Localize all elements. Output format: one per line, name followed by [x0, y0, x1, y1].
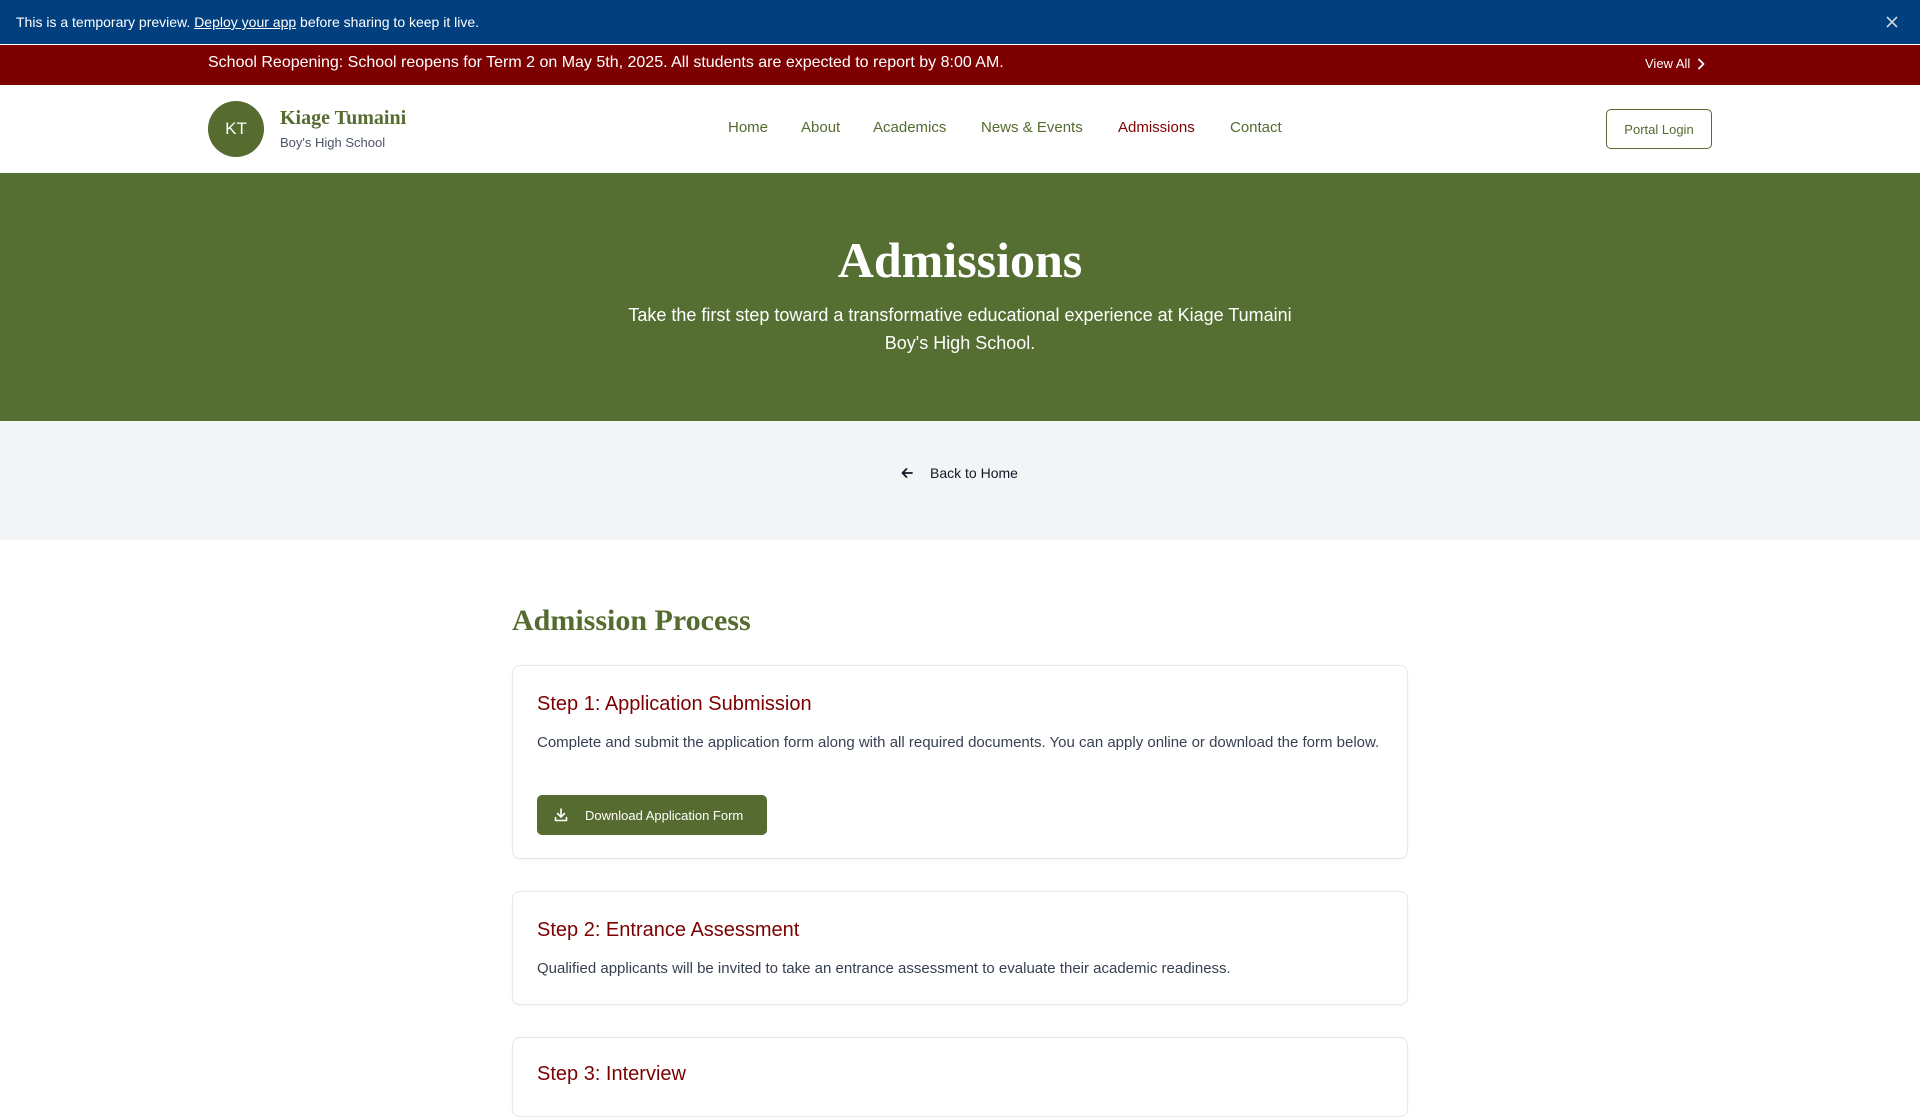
view-all-link[interactable]: View All — [1645, 56, 1706, 71]
step-card: Step 3: Interview — [512, 1037, 1408, 1117]
back-to-home-label: Back to Home — [930, 465, 1018, 481]
back-to-home-link[interactable]: Back to Home — [900, 465, 1018, 481]
hero-subtitle: Take the first step toward a transformat… — [628, 305, 1292, 353]
preview-text-after: before sharing to keep it live. — [300, 14, 480, 30]
nav-academics[interactable]: Academics — [873, 119, 946, 136]
nav-news-events[interactable]: News & Events — [981, 119, 1083, 136]
step-title: Step 2: Entrance Assessment — [537, 919, 800, 941]
step-title: Step 3: Interview — [537, 1063, 686, 1085]
download-application-form-button[interactable]: Download Application Form — [537, 795, 767, 835]
chevron-right-icon — [1698, 58, 1705, 69]
page-title: Admissions — [837, 232, 1083, 288]
download-button-label: Download Application Form — [585, 807, 744, 823]
step-text: Complete and submit the application form… — [537, 734, 1380, 751]
announcement-text: School Reopening: School reopens for Ter… — [208, 54, 1004, 71]
close-icon[interactable] — [1882, 12, 1902, 32]
preview-banner: This is a temporary preview. Deploy your… — [0, 0, 1920, 44]
arrow-left-icon — [901, 468, 913, 478]
back-strip: Back to Home — [0, 421, 1920, 540]
nav-contact[interactable]: Contact — [1230, 119, 1282, 136]
portal-login-button[interactable]: Portal Login — [1606, 109, 1712, 149]
view-all-label: View All — [1645, 56, 1691, 71]
nav-about[interactable]: About — [801, 119, 840, 136]
step-card: Step 2: Entrance Assessment Qualified ap… — [512, 891, 1408, 1005]
deploy-app-link[interactable]: Deploy your app — [194, 14, 296, 30]
step-text: Qualified applicants will be invited to … — [537, 960, 1231, 977]
step-card: Step 1: Application Submission Complete … — [512, 665, 1408, 859]
section-title: Admission Process — [512, 604, 751, 637]
site-header: KT Kiage Tumaini Boy's High School Home … — [0, 85, 1920, 174]
announcement-bar: School Reopening: School reopens for Ter… — [0, 45, 1920, 85]
hero-banner: Admissions Take the first step toward a … — [0, 173, 1920, 421]
preview-text-before: This is a temporary preview. — [16, 14, 191, 30]
nav-admissions[interactable]: Admissions — [1118, 119, 1195, 136]
download-icon — [554, 808, 568, 822]
step-title: Step 1: Application Submission — [537, 693, 812, 715]
nav-home[interactable]: Home — [728, 119, 768, 136]
